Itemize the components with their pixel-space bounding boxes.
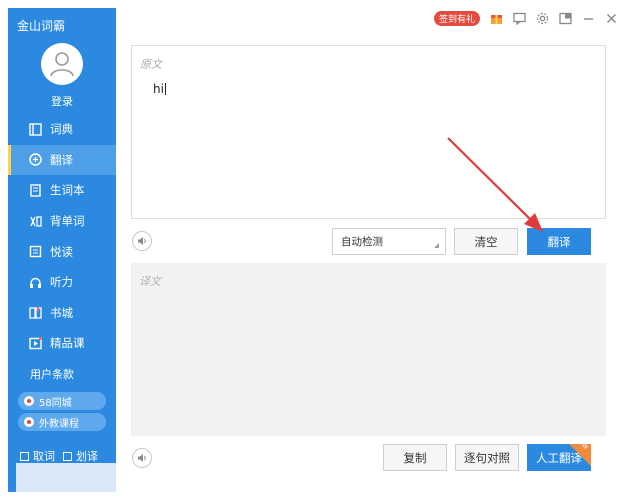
- language-select[interactable]: 自动检测: [332, 228, 446, 255]
- reading-icon: [28, 245, 42, 259]
- sidebar-item-notebook[interactable]: 生词本: [8, 175, 116, 206]
- promo-58-button[interactable]: 58同城: [18, 392, 106, 410]
- target-speak-button[interactable]: [132, 448, 152, 468]
- sidebar-item-label: 悦读: [50, 244, 73, 259]
- sidebar-item-label: 词典: [50, 122, 73, 137]
- bookstore-icon: [28, 306, 42, 320]
- selection-translate-checkbox[interactable]: 划译: [63, 448, 98, 464]
- headphones-icon: [28, 275, 42, 289]
- avatar[interactable]: [41, 43, 83, 85]
- sidebar-item-label: 背单词: [50, 214, 85, 229]
- promo-foreign-teacher-button[interactable]: 外教课程: [18, 413, 106, 431]
- app-window: 金山词霸 登录 词典 翻译 生词本 背单词 悦读 听力 书城 精品课 用户条款 …: [0, 0, 630, 500]
- speaker-icon: [138, 237, 146, 245]
- promo-label: 58同城: [39, 397, 72, 409]
- speaker-icon: [138, 454, 146, 462]
- fire-icon: [24, 417, 34, 427]
- language-select-value: 自动检测: [341, 236, 383, 248]
- human-translation-button[interactable]: 人工翻译 NEW: [527, 436, 591, 471]
- feedback-icon[interactable]: [512, 12, 526, 26]
- sidebar-item-courses[interactable]: 精品课: [8, 328, 116, 359]
- checkbox-box[interactable]: [20, 451, 29, 461]
- translate-button[interactable]: 翻译: [527, 228, 591, 255]
- sidebar-item-label: 翻译: [50, 152, 73, 167]
- close-icon[interactable]: [604, 12, 618, 26]
- login-link[interactable]: 登录: [8, 93, 116, 109]
- clear-button[interactable]: 清空: [454, 228, 518, 255]
- sidebar-item-translate[interactable]: 翻译: [8, 144, 116, 176]
- sidebar-item-memorize[interactable]: 背单词: [8, 206, 116, 237]
- target-placeholder: 译文: [139, 275, 161, 288]
- source-placeholder: 原文: [140, 58, 162, 71]
- terms-link[interactable]: 用户条款: [30, 366, 74, 382]
- notebook-icon: [28, 183, 42, 197]
- sidebar-item-label: 书城: [50, 305, 73, 320]
- sidebar: 金山词霸 登录 词典 翻译 生词本 背单词 悦读 听力 书城 精品课 用户条款 …: [8, 8, 116, 492]
- target-text-area[interactable]: 译文: [131, 263, 606, 436]
- user-icon: [50, 52, 74, 77]
- copy-button[interactable]: 复制: [383, 444, 447, 471]
- signin-badge[interactable]: 签到有礼: [433, 11, 480, 26]
- word-capture-checkbox[interactable]: 取词: [20, 448, 55, 464]
- checkbox-label: 取词: [33, 450, 55, 463]
- sidebar-item-label: 生词本: [50, 183, 85, 198]
- source-input-text: hi: [153, 82, 166, 96]
- promo-58-icon: [24, 396, 34, 406]
- app-title: 金山词霸: [17, 19, 66, 33]
- promo-label: 外教课程: [39, 418, 79, 430]
- book-icon: [28, 122, 42, 136]
- dropdown-icon: [434, 243, 439, 248]
- sidebar-item-label: 听力: [50, 275, 73, 290]
- sidebar-item-reading[interactable]: 悦读: [8, 236, 116, 267]
- capture-options: 取词 划译: [20, 448, 116, 464]
- sidebar-nav: 词典 翻译 生词本 背单词 悦读 听力 书城 精品课: [8, 114, 116, 359]
- mini-mode-icon[interactable]: [558, 12, 572, 26]
- checkbox-label: 划译: [76, 450, 98, 463]
- sidebar-item-bookstore[interactable]: 书城: [8, 298, 116, 329]
- gift-icon[interactable]: [489, 12, 503, 26]
- sidebar-item-listening[interactable]: 听力: [8, 267, 116, 298]
- source-text-area[interactable]: 原文 hi: [131, 45, 606, 219]
- title-bar-controls: 签到有礼: [433, 11, 618, 26]
- settings-icon[interactable]: [535, 12, 549, 26]
- video-course-icon: [28, 336, 42, 350]
- sidebar-item-label: 精品课: [50, 336, 85, 351]
- minimize-icon[interactable]: [581, 12, 595, 26]
- sentence-compare-button[interactable]: 逐句对照: [455, 444, 519, 471]
- memorize-icon: [28, 214, 42, 228]
- sidebar-item-dictionary[interactable]: 词典: [8, 114, 116, 145]
- sidebar-footer: [16, 463, 116, 492]
- source-speak-button[interactable]: [132, 231, 152, 251]
- translate-icon: [28, 153, 42, 167]
- text-caret: [164, 83, 166, 95]
- checkbox-box[interactable]: [63, 451, 72, 461]
